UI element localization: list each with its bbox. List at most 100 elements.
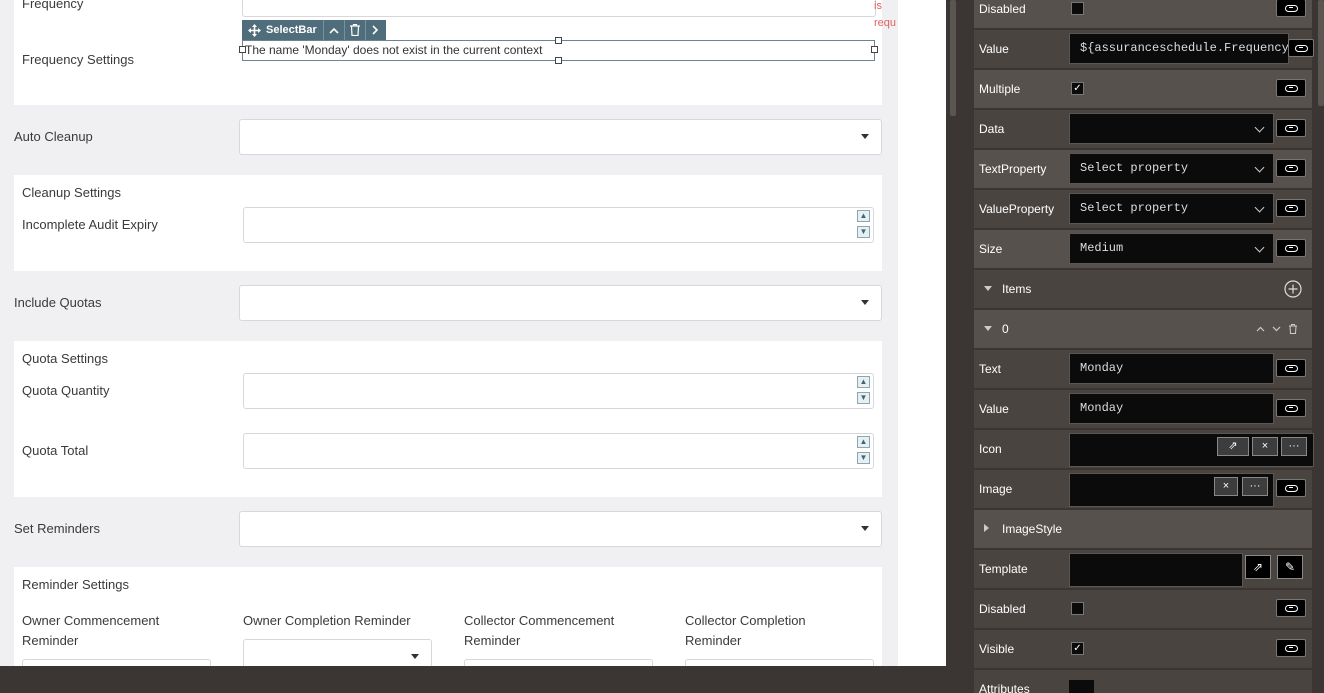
chevron-down-icon: [1254, 122, 1265, 133]
edit-template-button[interactable]: ✎: [1277, 555, 1303, 579]
items-title: Items: [1002, 282, 1032, 296]
include-quotas-dropdown[interactable]: [239, 285, 882, 321]
prop-label: Attributes: [979, 682, 1030, 693]
prop-label: Value: [979, 42, 1009, 56]
item-index: 0: [1002, 322, 1009, 336]
quota-quantity-label: Quota Quantity: [22, 383, 110, 398]
resize-handle-right[interactable]: [871, 46, 878, 53]
binding-button[interactable]: [1276, 239, 1306, 257]
spin-down-icon[interactable]: ▼: [857, 226, 870, 238]
collector-completion-input[interactable]: [685, 659, 874, 666]
more-options-icon[interactable]: ···: [1281, 437, 1307, 456]
spin-down-icon[interactable]: ▼: [857, 452, 870, 464]
prop-label: Data: [979, 122, 1005, 136]
select-next-button[interactable]: [364, 20, 386, 40]
auto-cleanup-dropdown[interactable]: [239, 119, 882, 155]
required-message: is: [874, 0, 882, 12]
data-select[interactable]: [1069, 113, 1274, 144]
link-icon: [1284, 604, 1298, 612]
link-icon: [1284, 644, 1298, 652]
valueproperty-select[interactable]: Select property: [1069, 193, 1274, 224]
item-0-header[interactable]: 0: [974, 310, 1312, 349]
binding-button[interactable]: [1276, 159, 1306, 177]
delete-component-button[interactable]: [343, 20, 365, 40]
item-value-input[interactable]: Monday: [1069, 393, 1274, 424]
disabled-checkbox[interactable]: [1071, 2, 1084, 15]
binding-button[interactable]: [1276, 599, 1306, 617]
binding-button[interactable]: [1276, 199, 1306, 217]
binding-button[interactable]: [1276, 0, 1306, 17]
canvas-scroll-area[interactable]: [898, 0, 946, 666]
item-disabled-checkbox[interactable]: [1071, 602, 1084, 615]
resize-handle-left[interactable]: [239, 46, 246, 53]
chevron-up-icon[interactable]: [1256, 326, 1265, 332]
move-handle[interactable]: SelectBar: [242, 20, 323, 40]
resize-handle-bottom[interactable]: [555, 57, 562, 64]
collector-commencement-input[interactable]: [464, 659, 653, 666]
trash-icon[interactable]: [1289, 324, 1297, 334]
visible-checkbox[interactable]: ✓: [1071, 642, 1084, 655]
more-options-icon[interactable]: ···: [1242, 477, 1268, 496]
binding-button[interactable]: [1276, 399, 1306, 417]
scrollbar-thumb[interactable]: [1318, 0, 1324, 106]
frequency-select[interactable]: [242, 0, 876, 17]
binding-button[interactable]: [1276, 119, 1306, 137]
clear-image-button[interactable]: ×: [1214, 477, 1238, 496]
textproperty-select[interactable]: Select property: [1069, 153, 1274, 184]
selectbar-name: SelectBar: [266, 24, 317, 36]
quota-settings-card: Quota Settings Quota Quantity ▲ ▼ Quota …: [14, 341, 882, 497]
select-value: Medium: [1080, 241, 1124, 255]
quota-quantity-input[interactable]: ▲ ▼: [243, 373, 874, 409]
prop-row-valueproperty: ValueProperty Select property: [974, 190, 1312, 229]
value-input[interactable]: ${assuranceschedule.Frequency: [1069, 33, 1289, 64]
resize-handle-top[interactable]: [555, 37, 562, 44]
owner-commencement-input[interactable]: [22, 659, 211, 666]
binding-button[interactable]: [1288, 39, 1314, 57]
spin-up-icon[interactable]: ▲: [857, 376, 870, 388]
spin-down-icon[interactable]: ▼: [857, 392, 870, 404]
set-reminders-dropdown[interactable]: [239, 511, 882, 547]
set-reminders-label: Set Reminders: [14, 521, 100, 536]
multiple-checkbox[interactable]: ✓: [1071, 82, 1084, 95]
chevron-down-icon: [1254, 242, 1265, 253]
chevron-down-icon: [1254, 162, 1265, 173]
binding-button[interactable]: [1276, 639, 1306, 657]
chevron-down-icon[interactable]: [1272, 326, 1281, 332]
owner-completion-dropdown[interactable]: [243, 639, 432, 666]
size-select[interactable]: Medium: [1069, 233, 1274, 264]
panel-gutter-scrollbar[interactable]: [950, 0, 956, 116]
collector-commencement-label-2: Reminder: [464, 633, 521, 648]
quota-total-input[interactable]: ▲ ▼: [243, 433, 874, 469]
attributes-input[interactable]: [1069, 680, 1094, 693]
link-icon: [1284, 4, 1298, 12]
clear-icon-button[interactable]: ×: [1252, 437, 1278, 456]
template-input[interactable]: [1069, 553, 1243, 587]
imagestyle-section-header[interactable]: ImageStyle: [974, 510, 1312, 549]
collector-completion-label: Collector Completion: [685, 613, 806, 628]
cleanup-settings-label: Cleanup Settings: [22, 185, 122, 200]
link-icon: [1284, 364, 1298, 372]
binding-button[interactable]: [1276, 359, 1306, 377]
item-text-input[interactable]: Monday: [1069, 353, 1274, 384]
binding-button[interactable]: [1276, 479, 1306, 497]
prop-label: Image: [979, 482, 1013, 496]
prop-label: Text: [979, 362, 1002, 376]
open-template-button[interactable]: ⇗: [1245, 555, 1271, 579]
open-icon-picker-button[interactable]: ⇗: [1217, 437, 1249, 456]
spin-up-icon[interactable]: ▲: [857, 210, 870, 222]
incomplete-audit-expiry-input[interactable]: ▲ ▼: [243, 207, 874, 243]
add-item-icon[interactable]: [1284, 280, 1302, 298]
move-up-button[interactable]: [322, 20, 344, 40]
items-section-header[interactable]: Items: [974, 270, 1312, 309]
link-icon: [1284, 124, 1298, 132]
binding-button[interactable]: [1276, 79, 1306, 97]
collector-commencement-label: Collector Commencement: [464, 613, 615, 628]
required-message-2: requ: [874, 17, 897, 29]
panel-scrollbar[interactable]: [1314, 0, 1324, 693]
link-icon: [1294, 44, 1308, 52]
properties-panel: Disabled Value ${assuranceschedule.Frequ…: [974, 0, 1314, 693]
prop-label: Disabled: [979, 602, 1026, 616]
imagestyle-title: ImageStyle: [1002, 522, 1063, 536]
prop-row-disabled-2: Disabled: [974, 590, 1312, 629]
spin-up-icon[interactable]: ▲: [857, 436, 870, 448]
